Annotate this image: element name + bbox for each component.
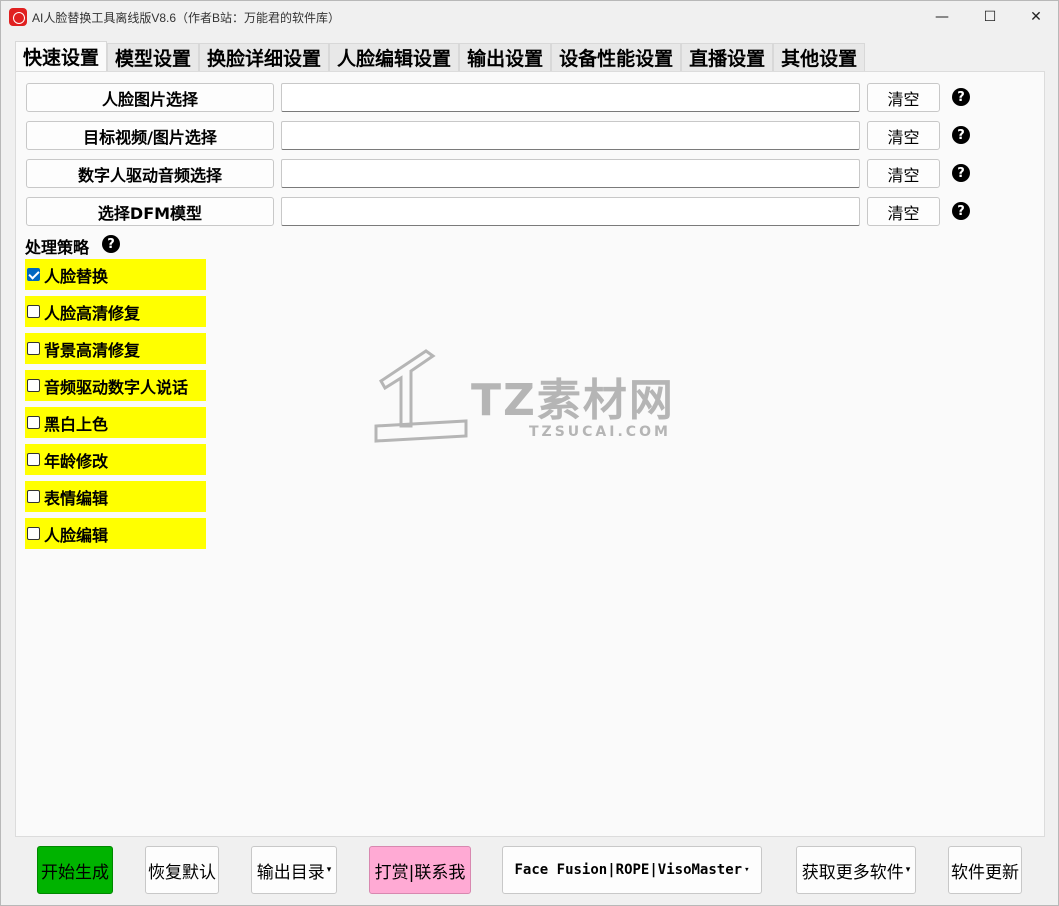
strategy-label: 处理策略 [25,238,90,257]
tab-face-edit-settings[interactable]: 人脸编辑设置 [329,43,460,71]
chevron-down-icon: ▾ [905,865,911,875]
engines-dropdown[interactable]: Face Fusion|ROPE|VisoMaster ▾ [502,846,762,894]
tab-other-settings[interactable]: 其他设置 [773,43,866,71]
target-video-path-input[interactable] [281,121,860,150]
chevron-down-icon: ▾ [326,865,332,875]
chevron-down-icon: ▾ [744,865,750,875]
maximize-button[interactable]: ☐ [967,1,1013,33]
clear-dfm-model-button[interactable]: 清空 [867,197,940,226]
clear-driver-audio-button[interactable]: 清空 [867,159,940,188]
tab-output-settings[interactable]: 输出设置 [459,43,552,71]
title-bar: AI人脸替换工具离线版V8.6（作者B站：万能君的软件库） — ☐ ✕ [1,1,1058,33]
select-target-video-button[interactable]: 目标视频/图片选择 [26,121,274,150]
checkbox-checked-icon[interactable] [27,268,40,281]
start-generate-button[interactable]: 开始生成 [37,846,113,894]
checkbox-icon[interactable] [27,490,40,503]
driver-audio-path-input[interactable] [281,159,860,188]
option-face-hd-restore[interactable]: 人脸高清修复 [25,296,206,327]
help-icon[interactable]: ? [952,164,970,182]
minimize-button[interactable]: — [919,1,965,33]
option-colorize[interactable]: 黑白上色 [25,407,206,438]
output-dir-dropdown[interactable]: 输出目录 ▾ [251,846,337,894]
dfm-model-path-input[interactable] [281,197,860,226]
checkbox-icon[interactable] [27,342,40,355]
strategy-help-icon[interactable]: ? [102,235,120,253]
tab-live-settings[interactable]: 直播设置 [681,43,774,71]
more-software-dropdown[interactable]: 获取更多软件 ▾ [796,846,916,894]
software-update-button[interactable]: 软件更新 [948,846,1022,894]
select-dfm-model-button[interactable]: 选择DFM模型 [26,197,274,226]
quick-settings-panel: 人脸图片选择 清空 ? 目标视频/图片选择 清空 ? 数字人驱动音频选择 清空 … [15,71,1045,837]
tab-face-swap-details[interactable]: 换脸详细设置 [199,43,330,71]
option-background-hd-restore[interactable]: 背景高清修复 [25,333,206,364]
tab-quick-settings[interactable]: 快速设置 [15,41,108,71]
select-driver-audio-button[interactable]: 数字人驱动音频选择 [26,159,274,188]
clear-face-image-button[interactable]: 清空 [867,83,940,112]
select-face-image-button[interactable]: 人脸图片选择 [26,83,274,112]
help-icon[interactable]: ? [952,126,970,144]
option-age-edit[interactable]: 年龄修改 [25,444,206,475]
option-expression-edit[interactable]: 表情编辑 [25,481,206,512]
checkbox-icon[interactable] [27,379,40,392]
clear-target-video-button[interactable]: 清空 [867,121,940,150]
tab-device-performance[interactable]: 设备性能设置 [551,43,682,71]
checkbox-icon[interactable] [27,305,40,318]
checkbox-icon[interactable] [27,527,40,540]
checkbox-icon[interactable] [27,416,40,429]
app-logo-icon [9,8,27,26]
window-title: AI人脸替换工具离线版V8.6（作者B站：万能君的软件库） [32,11,341,25]
restore-defaults-button[interactable]: 恢复默认 [145,846,219,894]
donate-contact-button[interactable]: 打赏|联系我 [369,846,471,894]
tab-bar: 快速设置 模型设置 换脸详细设置 人脸编辑设置 输出设置 设备性能设置 直播设置… [15,41,866,71]
close-button[interactable]: ✕ [1013,1,1059,33]
checkbox-icon[interactable] [27,453,40,466]
help-icon[interactable]: ? [952,88,970,106]
tab-model-settings[interactable]: 模型设置 [107,43,200,71]
option-face-edit[interactable]: 人脸编辑 [25,518,206,549]
app-window: AI人脸替换工具离线版V8.6（作者B站：万能君的软件库） — ☐ ✕ 快速设置… [0,0,1059,906]
help-icon[interactable]: ? [952,202,970,220]
option-face-swap[interactable]: 人脸替换 [25,259,206,290]
face-image-path-input[interactable] [281,83,860,112]
option-audio-driven-avatar[interactable]: 音频驱动数字人说话 [25,370,206,401]
